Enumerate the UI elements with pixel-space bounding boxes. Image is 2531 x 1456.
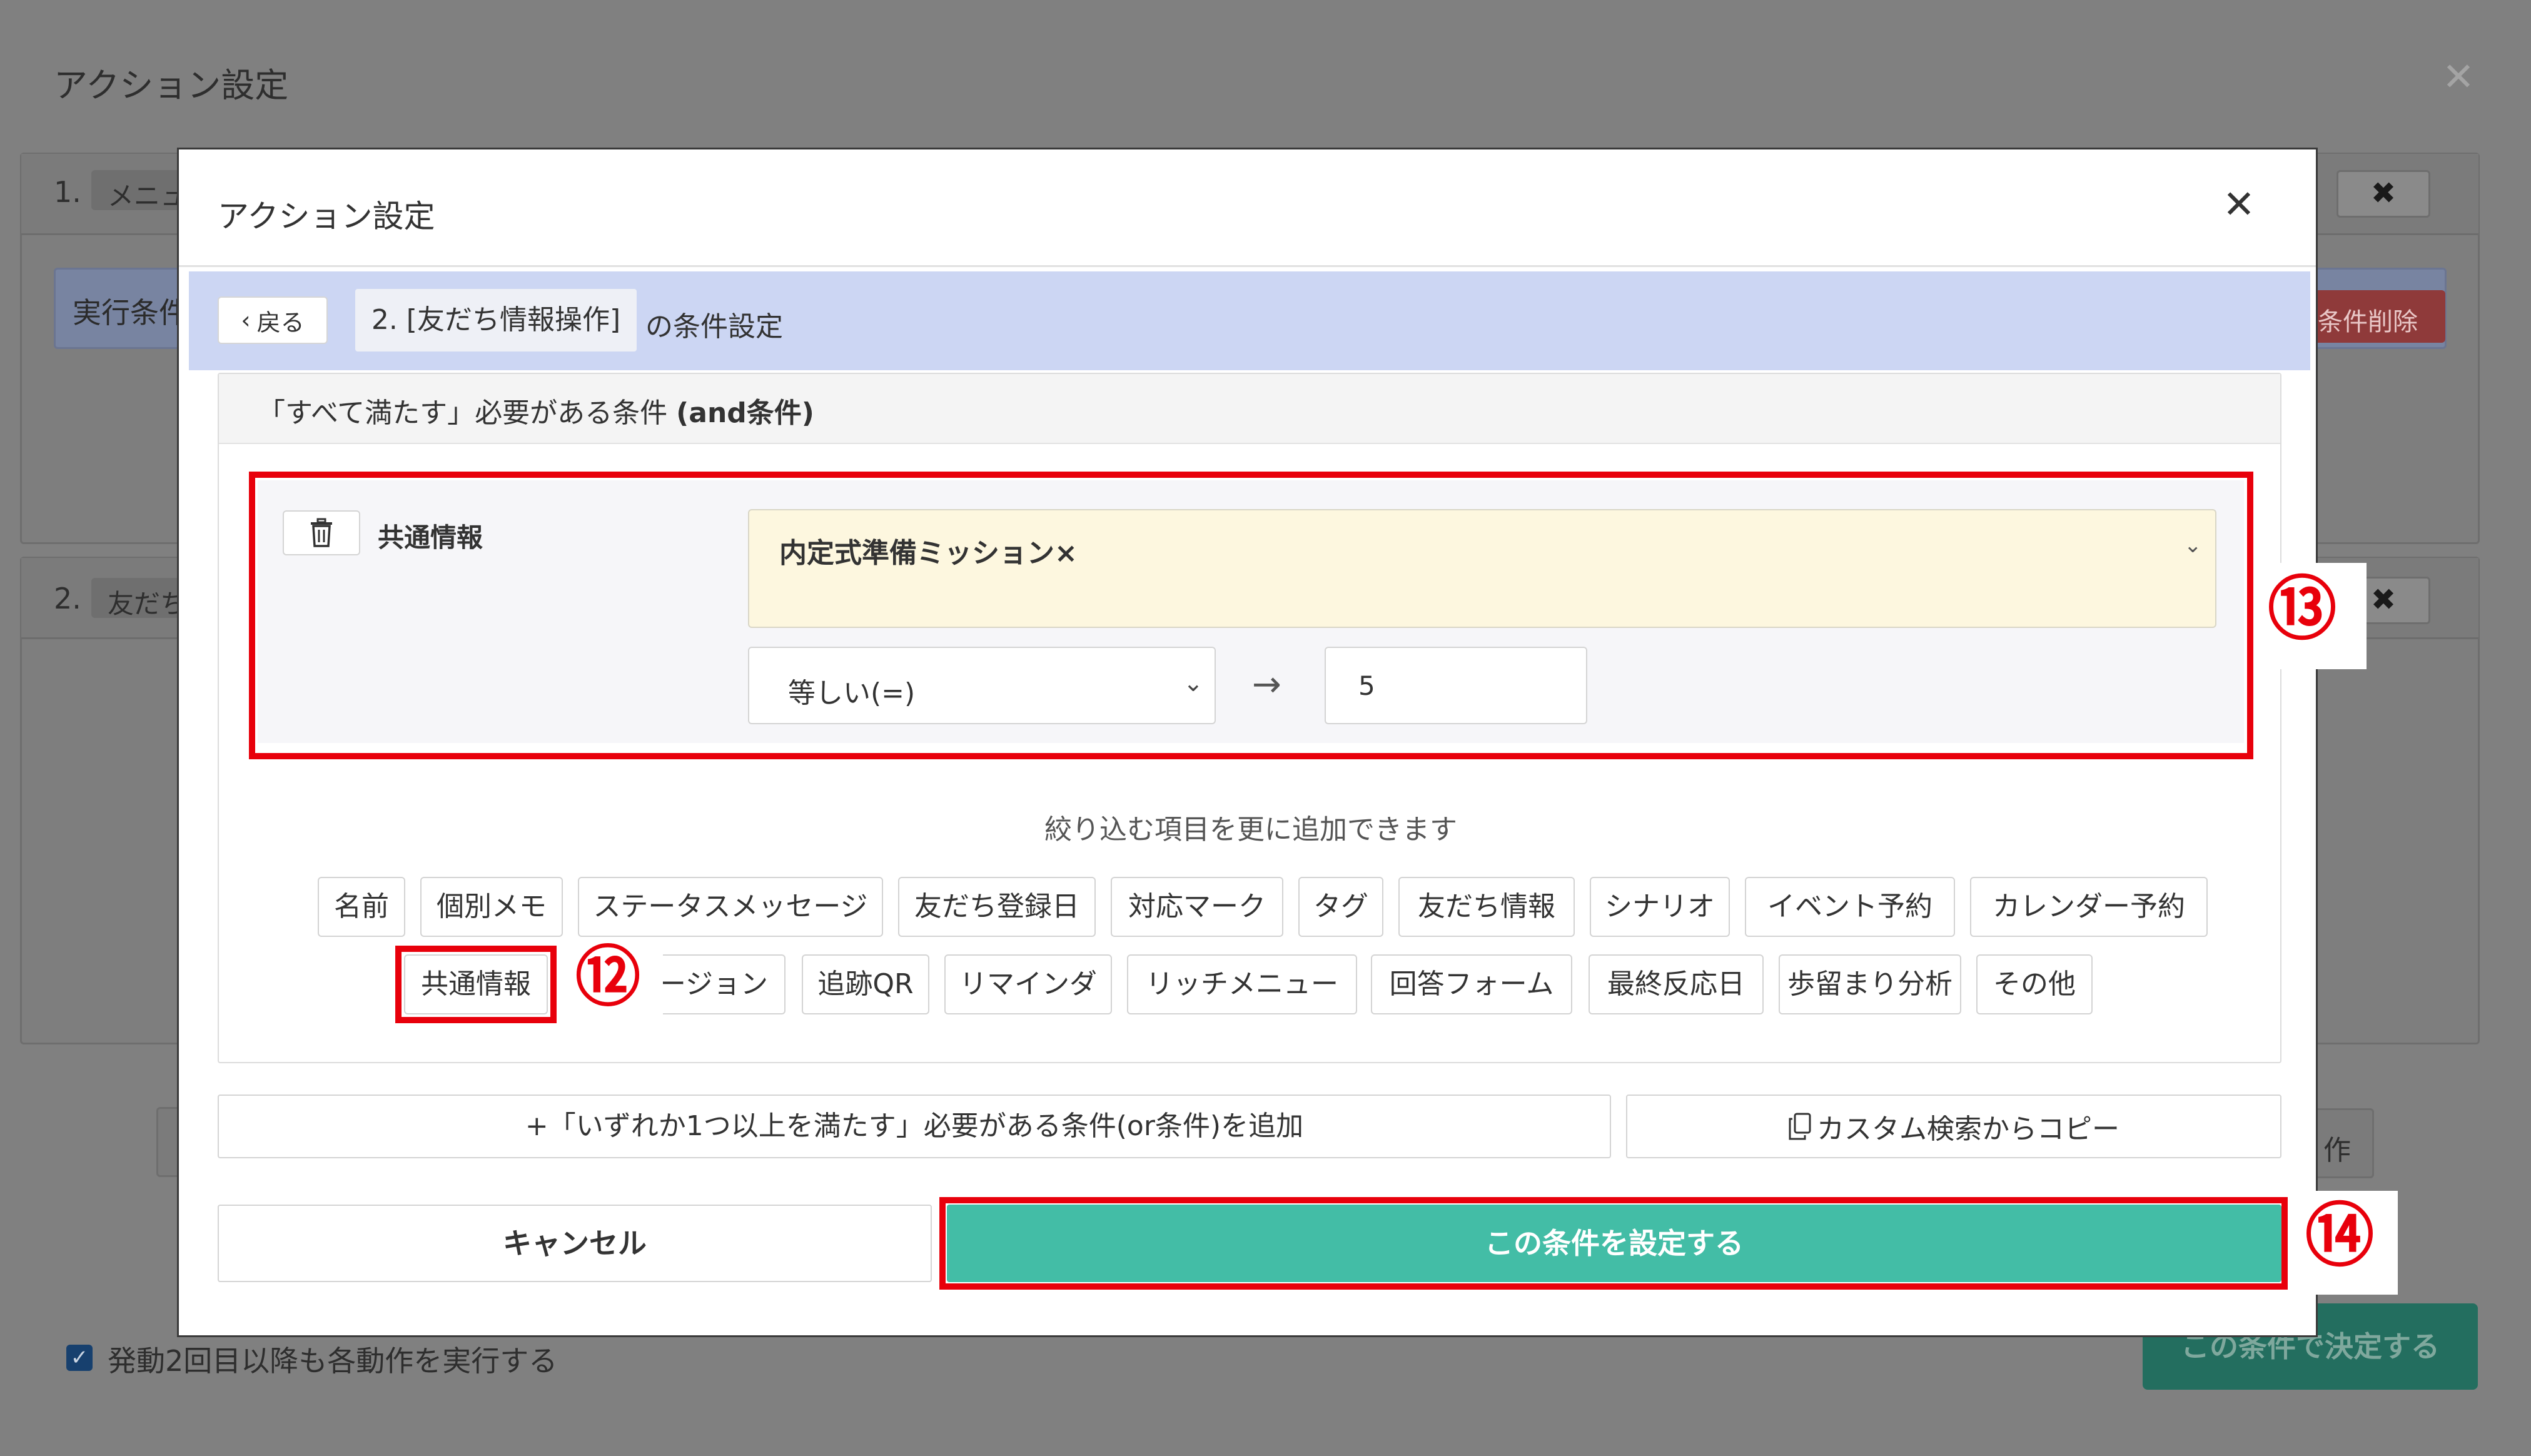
filter-tag-response-mark[interactable]: 対応マーク xyxy=(1111,877,1283,937)
copy-icon xyxy=(1789,1113,1811,1140)
filter-tag-tag[interactable]: タグ xyxy=(1298,877,1383,937)
annotation-marker-14: ⑭ xyxy=(2305,1198,2374,1275)
background-dialog-title: アクション設定 xyxy=(54,66,289,105)
filter-tag-calendar-reservation[interactable]: カレンダー予約 xyxy=(1970,877,2208,937)
and-condition-title: 「すべて満たす」必要がある条件 (and条件) xyxy=(258,390,814,430)
annotation-highlight-13 xyxy=(249,472,2253,759)
filter-tag-memo[interactable]: 個別メモ xyxy=(420,877,563,937)
background-close-icon[interactable]: ✕ xyxy=(2442,58,2475,96)
and-condition-title-tag: (and条件) xyxy=(676,397,814,429)
filter-tag-tracking-qr[interactable]: 追跡QR xyxy=(802,954,929,1014)
back-button-label: 戻る xyxy=(256,308,305,336)
annotation-highlight-14 xyxy=(939,1197,2288,1290)
filter-tag-scenario[interactable]: シナリオ xyxy=(1590,877,1730,937)
copy-from-custom-search-button[interactable]: カスタム検索からコピー xyxy=(1626,1095,2281,1158)
add-or-condition-button[interactable]: +「いずれか1つ以上を満たす」必要がある条件(or条件)を追加 xyxy=(218,1095,1611,1158)
modal-header-divider xyxy=(179,265,2316,267)
filter-tag-answer-form[interactable]: 回答フォーム xyxy=(1371,954,1572,1014)
breadcrumb-suffix: の条件設定 xyxy=(645,311,783,343)
background-remove-action-button-1[interactable]: ✖ xyxy=(2337,170,2430,218)
add-filter-hint: 絞り込む項目を更に追加できます xyxy=(1044,814,1457,846)
background-condition-label: 実行条件 xyxy=(73,296,188,330)
filter-tag-event-reservation[interactable]: イベント予約 xyxy=(1745,877,1955,937)
repeat-actions-checkbox[interactable]: ✓ xyxy=(66,1345,93,1371)
filter-tag-last-reaction[interactable]: 最終反応日 xyxy=(1589,954,1764,1014)
modal-title: アクション設定 xyxy=(218,198,435,235)
modal-close-icon[interactable]: ✕ xyxy=(2223,185,2255,224)
repeat-actions-checkbox-label: 発動2回目以降も各動作を実行する xyxy=(108,1344,558,1378)
annotation-marker-13: ⑬ xyxy=(2268,572,2337,648)
and-condition-title-text: 「すべて満たす」必要がある条件 xyxy=(258,397,677,429)
breadcrumb-step: 2. [友だち情報操作] xyxy=(355,289,637,351)
cancel-button[interactable]: キャンセル xyxy=(218,1205,932,1282)
filter-tag-rich-menu[interactable]: リッチメニュー xyxy=(1127,954,1357,1014)
copy-button-label: カスタム検索からコピー xyxy=(1817,1113,2119,1145)
filter-tag-friend-registered[interactable]: 友だち登録日 xyxy=(898,877,1096,937)
background-action-number-2: 2. xyxy=(54,582,81,615)
filter-tag-yield-analysis[interactable]: 歩留まり分析 xyxy=(1779,954,1961,1014)
filter-tag-status-message[interactable]: ステータスメッセージ xyxy=(578,877,883,937)
filter-tag-other[interactable]: その他 xyxy=(1976,954,2093,1014)
annotation-marker-12: ⑫ xyxy=(575,942,641,1014)
background-action-number-1: 1. xyxy=(54,175,81,209)
filter-tag-friend-info[interactable]: 友だち情報 xyxy=(1398,877,1575,937)
back-button[interactable]: ‹ 戻る xyxy=(218,296,328,344)
filter-tag-name[interactable]: 名前 xyxy=(318,877,405,937)
chevron-left-icon: ‹ xyxy=(241,306,251,334)
annotation-highlight-12 xyxy=(395,946,557,1023)
background-action-chip-2: 友だち xyxy=(91,578,191,618)
filter-tag-reminder[interactable]: リマインダ xyxy=(944,954,1112,1014)
background-action-chip-1: メニュー xyxy=(91,170,191,210)
